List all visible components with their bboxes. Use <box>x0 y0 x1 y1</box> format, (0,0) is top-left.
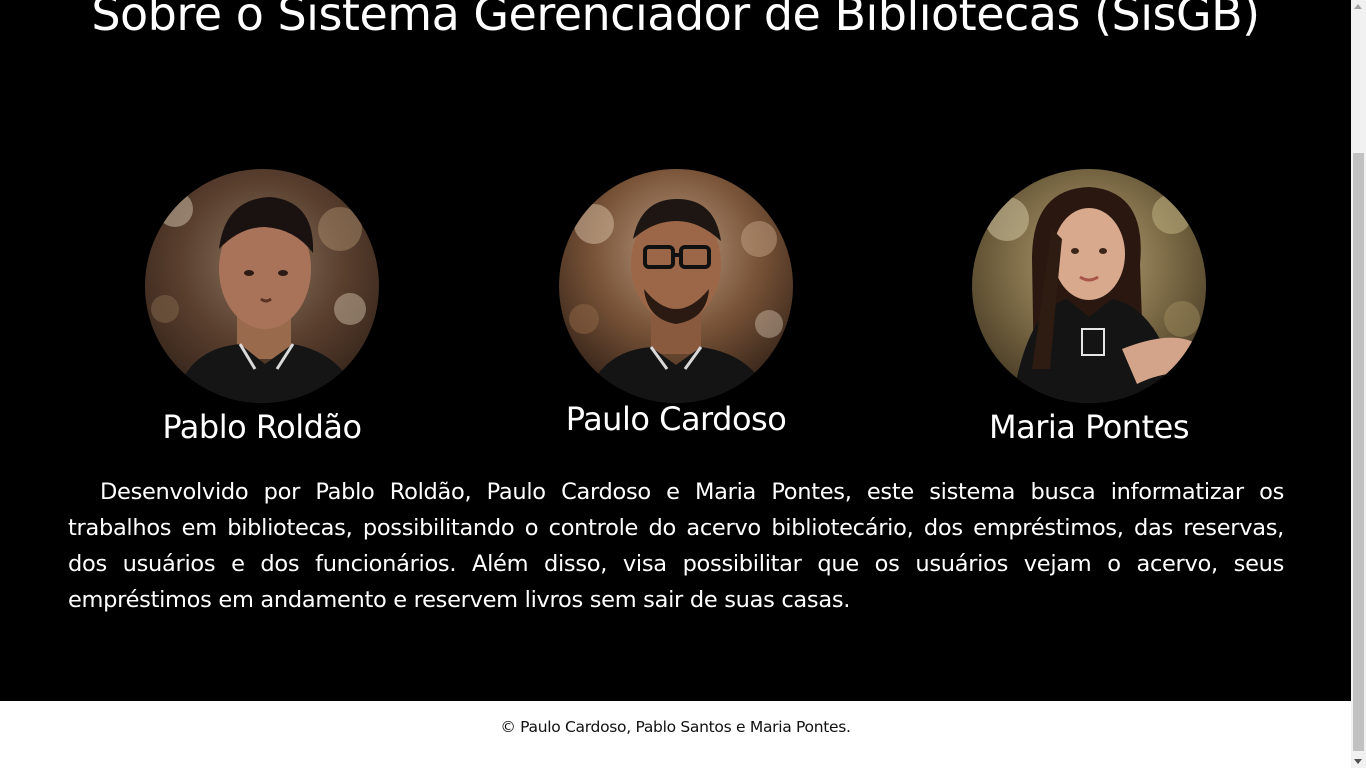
team-member-pablo: Pablo Roldão <box>112 169 412 447</box>
about-page: Sobre o Sistema Gerenciador de Bibliotec… <box>0 0 1351 768</box>
footer-copyright: © Paulo Cardoso, Pablo Santos e Maria Po… <box>500 718 851 736</box>
scrollbar-thumb[interactable] <box>1353 153 1364 751</box>
team-member-maria: Maria Pontes <box>939 169 1239 447</box>
vertical-scrollbar[interactable] <box>1351 0 1366 768</box>
avatar <box>972 169 1206 403</box>
team-member-paulo: Paulo Cardoso <box>526 169 826 439</box>
team-member-name: Maria Pontes <box>989 408 1189 446</box>
scroll-up-arrow-icon[interactable] <box>1354 4 1362 9</box>
team-member-name: Pablo Roldão <box>162 408 362 446</box>
pablo-photo <box>145 169 379 403</box>
team-member-name: Paulo Cardoso <box>565 400 787 438</box>
avatar <box>559 169 793 403</box>
avatar <box>145 169 379 403</box>
footer: © Paulo Cardoso, Pablo Santos e Maria Po… <box>0 701 1351 768</box>
paulo-photo <box>559 169 793 403</box>
maria-photo <box>972 169 1206 403</box>
about-description: Desenvolvido por Pablo Roldão, Paulo Car… <box>68 479 1284 613</box>
page-title: Sobre o Sistema Gerenciador de Bibliotec… <box>91 0 1260 41</box>
scroll-down-arrow-icon[interactable] <box>1354 759 1362 764</box>
